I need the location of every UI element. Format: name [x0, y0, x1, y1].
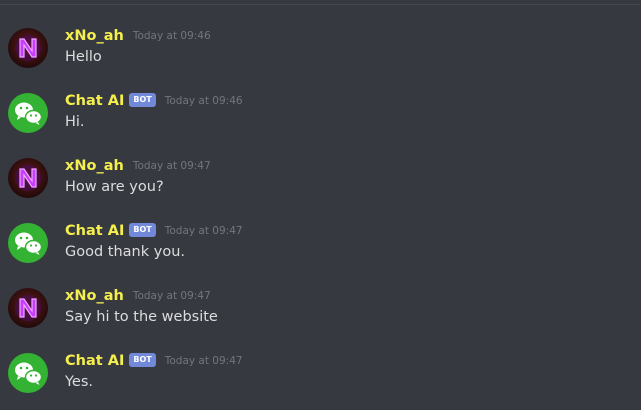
message-header: xNo_ah Today at 09:47 [65, 285, 211, 307]
message-item: Chat AI BOT Today at 09:47 Good thank yo… [0, 220, 641, 280]
username[interactable]: Chat AI [65, 220, 124, 242]
username[interactable]: xNo_ah [65, 155, 124, 177]
message-content: Hi. [65, 114, 85, 130]
timestamp: Today at 09:46 [164, 95, 243, 107]
neon-n-icon [8, 28, 48, 68]
message-content: How are you? [65, 179, 164, 195]
timestamp: Today at 09:47 [132, 160, 211, 172]
bot-badge: BOT [129, 353, 156, 367]
timestamp: Today at 09:47 [164, 225, 243, 237]
timestamp: Today at 09:47 [132, 290, 211, 302]
message-item: Chat AI BOT Today at 09:46 Hi. [0, 90, 641, 150]
wechat-icon [8, 223, 48, 263]
neon-n-icon [8, 288, 48, 328]
message-header: Chat AI BOT Today at 09:47 [65, 350, 243, 372]
timestamp: Today at 09:47 [164, 355, 243, 367]
message-content: Hello [65, 49, 102, 65]
message-content: Good thank you. [65, 244, 186, 260]
wechat-icon [8, 353, 48, 393]
username[interactable]: Chat AI [65, 90, 124, 112]
wechat-icon [8, 93, 48, 133]
message-header: xNo_ah Today at 09:47 [65, 155, 211, 177]
bot-avatar[interactable] [8, 93, 48, 133]
message-header: Chat AI BOT Today at 09:47 [65, 220, 243, 242]
username[interactable]: xNo_ah [65, 285, 124, 307]
user-avatar[interactable] [8, 288, 48, 328]
message-content: Say hi to the website [65, 309, 218, 325]
username[interactable]: xNo_ah [65, 25, 124, 47]
message-item: xNo_ah Today at 09:47 Say hi to the webs… [0, 285, 641, 345]
message-item: xNo_ah Today at 09:46 Hello [0, 25, 641, 85]
message-item: xNo_ah Today at 09:47 How are you? [0, 155, 641, 215]
user-avatar[interactable] [8, 158, 48, 198]
username[interactable]: Chat AI [65, 350, 124, 372]
user-avatar[interactable] [8, 28, 48, 68]
message-header: Chat AI BOT Today at 09:46 [65, 90, 243, 112]
message-list: xNo_ah Today at 09:46 Hello Chat AI BOT … [0, 0, 641, 408]
timestamp: Today at 09:46 [132, 30, 211, 42]
bot-avatar[interactable] [8, 353, 48, 393]
message-header: xNo_ah Today at 09:46 [65, 25, 211, 47]
neon-n-icon [8, 158, 48, 198]
message-content: Yes. [65, 374, 94, 390]
bot-badge: BOT [129, 223, 156, 237]
message-item: Chat AI BOT Today at 09:47 Yes. [0, 350, 641, 410]
bot-badge: BOT [129, 93, 156, 107]
bot-avatar[interactable] [8, 223, 48, 263]
